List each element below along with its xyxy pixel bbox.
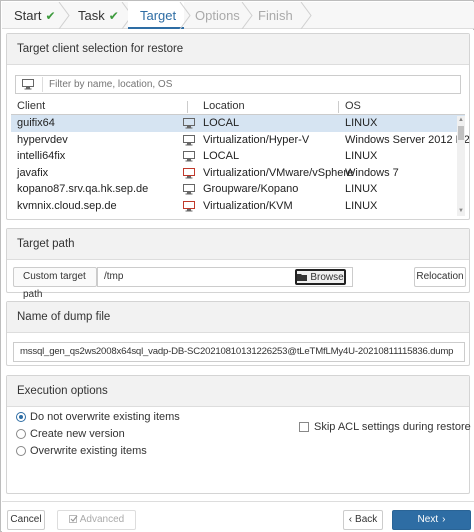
client-os: LINUX bbox=[345, 150, 378, 162]
client-name: kvmnix.cloud.sep.de bbox=[17, 199, 117, 212]
monitor-icon bbox=[183, 134, 195, 146]
step-options: Options bbox=[183, 2, 247, 29]
client-name: guifix64 bbox=[17, 117, 55, 129]
restore-wizard: Start ✔ Task ✔ Target Options Finish Tar… bbox=[0, 0, 474, 532]
table-row[interactable]: guifix64 LOCAL LINUX bbox=[11, 115, 465, 132]
client-name: intelli64fix bbox=[17, 150, 66, 162]
custom-target-path-label: Custom target path bbox=[13, 267, 97, 300]
chevron-right-icon bbox=[299, 2, 313, 29]
table-row[interactable]: javafix Virtualization/VMware/vSphere Wind… bbox=[11, 165, 465, 182]
column-header-os[interactable]: OS bbox=[345, 100, 361, 112]
client-os: LINUX bbox=[345, 117, 378, 129]
scrollbar-thumb[interactable] bbox=[458, 126, 464, 140]
monitor-icon bbox=[22, 79, 34, 90]
check-icon: ✔ bbox=[108, 9, 119, 23]
check-icon: ✔ bbox=[45, 9, 56, 23]
step-options-label: Options bbox=[195, 8, 240, 23]
monitor-icon bbox=[183, 184, 195, 195]
monitor-icon bbox=[183, 118, 195, 129]
step-finish-label: Finish bbox=[258, 8, 293, 23]
client-selection-panel: Target client selection for restore Clie… bbox=[6, 33, 470, 220]
step-finish: Finish bbox=[246, 2, 306, 29]
radio-label: Overwrite existing items bbox=[30, 445, 147, 457]
advanced-view-button: Advanced View bbox=[57, 510, 136, 530]
chevron-right-icon: › bbox=[442, 514, 446, 525]
step-target[interactable]: Target bbox=[128, 2, 184, 29]
dump-file-panel: Name of dump file mssql_gen_qs2ws2008x64… bbox=[6, 301, 470, 366]
scroll-up-icon[interactable]: ▲ bbox=[458, 117, 464, 123]
column-header-client[interactable]: Client bbox=[17, 100, 45, 112]
client-location: Virtualization/VMware/vSphere bbox=[203, 166, 354, 179]
radio-label: Do not overwrite existing items bbox=[30, 411, 180, 423]
radio-selected-icon[interactable] bbox=[16, 412, 26, 422]
client-location: Groupware/Kopano bbox=[203, 183, 299, 195]
client-os: Windows 7 bbox=[345, 166, 399, 179]
client-table-body: guifix64 LOCAL LINUX hypervdev Virtualizatio… bbox=[11, 115, 470, 215]
radio-label: Create new version bbox=[30, 428, 125, 440]
radio-icon[interactable] bbox=[16, 429, 26, 439]
table-row[interactable]: kopano87.srv.qa.hk.sep.de Groupware/Kopan… bbox=[11, 181, 465, 198]
scroll-down-icon[interactable]: ▼ bbox=[458, 208, 464, 214]
client-name: kopano87.srv.qa.hk.sep.de bbox=[17, 183, 149, 195]
client-table-scrollbar[interactable]: ▲ ▼ bbox=[457, 116, 465, 216]
monitor-icon bbox=[183, 167, 195, 179]
monitor-icon bbox=[183, 151, 195, 162]
client-location: LOCAL bbox=[203, 150, 240, 162]
step-target-label: Target bbox=[140, 8, 177, 23]
folder-icon bbox=[297, 272, 308, 286]
checkbox-icon[interactable] bbox=[299, 422, 309, 432]
chevron-left-icon: ‹ bbox=[348, 514, 353, 525]
client-selection-title: Target client selection for restore bbox=[7, 34, 469, 65]
client-name: hypervdev bbox=[17, 133, 68, 146]
dump-file-title: Name of dump file bbox=[7, 302, 469, 333]
column-divider[interactable] bbox=[187, 101, 188, 113]
relocation-button[interactable]: Relocation bbox=[414, 267, 466, 287]
client-filter-input[interactable] bbox=[42, 77, 452, 92]
client-name: javafix bbox=[17, 166, 49, 179]
client-table-header: Client Location OS bbox=[11, 99, 465, 115]
execution-options-panel: Execution options Do not overwrite exist… bbox=[6, 375, 471, 494]
advanced-view-label: Advanced View bbox=[79, 514, 125, 525]
client-table: Client Location OS guifix64 LOCAL LINUX hyp… bbox=[11, 99, 470, 216]
column-header-location[interactable]: Location bbox=[203, 100, 245, 112]
step-start-label: Start bbox=[14, 8, 42, 23]
radio-icon[interactable] bbox=[16, 446, 26, 456]
table-row[interactable]: intelli64fix LOCAL LINUX bbox=[11, 148, 465, 165]
target-path-panel: Target path Custom target path /tmp Brow… bbox=[6, 228, 470, 300]
client-location: Virtualization/KVM bbox=[203, 199, 293, 212]
cancel-button[interactable]: Cancel bbox=[7, 510, 45, 530]
client-os: LINUX bbox=[345, 183, 378, 195]
browse-button[interactable]: Browse bbox=[295, 269, 346, 285]
back-button-label: Back bbox=[355, 514, 378, 525]
wizard-content[interactable]: Target client selection for restore Clie… bbox=[2, 30, 474, 501]
checkbox-icon bbox=[68, 515, 78, 523]
client-os: Windows Server 2012 R2 bbox=[345, 133, 470, 146]
execution-options-title: Execution options bbox=[7, 376, 469, 407]
next-button-label: Next bbox=[417, 514, 439, 525]
browse-button-label: Browse bbox=[310, 272, 344, 283]
client-location: LOCAL bbox=[203, 117, 240, 129]
target-path-title: Target path bbox=[7, 229, 469, 260]
step-task[interactable]: Task ✔ bbox=[66, 2, 128, 29]
next-button[interactable]: Next › bbox=[392, 510, 471, 530]
step-task-label: Task bbox=[78, 8, 105, 23]
step-start[interactable]: Start ✔ bbox=[2, 2, 64, 29]
monitor-icon bbox=[183, 200, 195, 212]
client-location: Virtualization/Hyper-V bbox=[203, 133, 310, 146]
client-os: LINUX bbox=[345, 199, 378, 212]
table-row[interactable]: hypervdev Virtualization/Hyper-V Windows S… bbox=[11, 132, 470, 149]
back-button[interactable]: ‹ Back bbox=[343, 510, 383, 530]
wizard-footer: Cancel Advanced View ‹Back Next› bbox=[2, 501, 474, 532]
wizard-steps: Start ✔ Task ✔ Target Options Finish bbox=[2, 2, 474, 29]
skip-acl-label: Skip ACL settings during restore bbox=[314, 421, 471, 433]
column-divider[interactable] bbox=[338, 101, 339, 113]
client-filter[interactable] bbox=[15, 75, 461, 94]
dump-file-name-input[interactable]: mssql_gen_qs2ws2008x64sql_vadp-DB-SC2021… bbox=[13, 342, 465, 362]
table-row[interactable]: kvmnix.cloud.sep.de Virtualization/KVM LIN… bbox=[11, 198, 465, 215]
